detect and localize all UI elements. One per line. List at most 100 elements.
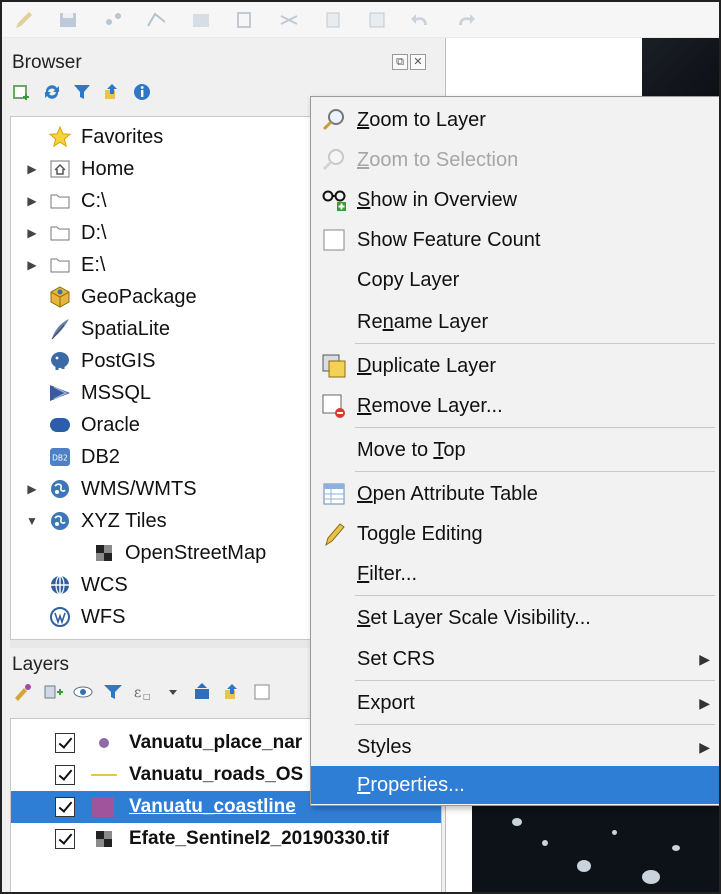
menu-item-label: Export [357,691,415,714]
tree-item-spatialite[interactable]: SpatiaLite [47,313,170,345]
tree-item-c-drive[interactable]: ▶ C:\ [25,185,107,217]
checkbox-icon[interactable] [319,226,349,254]
close-panel-icon[interactable]: ✕ [410,54,426,70]
menu-item-label: Copy Layer [357,268,460,291]
folder-icon [47,253,73,277]
collapse-arrow-icon[interactable]: ▼ [25,514,39,528]
pencil-icon [319,520,349,548]
layer-visibility-checkbox[interactable] [55,765,75,785]
zoom-selection-icon [319,146,349,174]
tree-item-oracle[interactable]: Oracle [47,409,140,441]
menu-item-label: Open Attribute Table [357,482,538,505]
tree-item-db2[interactable]: DB2 DB2 [47,441,120,473]
tree-item-d-drive[interactable]: ▶ D:\ [25,217,106,249]
expand-arrow-icon[interactable]: ▶ [25,194,39,208]
filter-expression-icon[interactable]: ε □ [132,682,154,702]
tree-item-wms-wmts[interactable]: ▶ WMS/WMTS [25,473,197,505]
folder-icon [47,189,73,213]
save-edits-icon[interactable] [56,9,82,31]
add-selected-layers-icon[interactable] [12,82,32,102]
menu-properties[interactable]: Properties... [311,766,719,804]
menu-export[interactable]: Export ▶ [311,684,719,722]
tree-item-openstreetmap[interactable]: OpenStreetMap [91,537,266,569]
add-group-icon[interactable] [42,682,64,702]
expand-arrow-icon[interactable]: ▶ [25,226,39,240]
undo-icon[interactable] [408,9,434,31]
menu-toggle-editing[interactable]: Toggle Editing [311,515,719,553]
expand-arrow-icon[interactable]: ▶ [25,258,39,272]
tree-item-label: WFS [81,605,126,628]
map-raster-area [472,800,719,892]
collapse-all-icon[interactable] [222,682,244,702]
menu-duplicate-layer[interactable]: Duplicate Layer [311,347,719,385]
attribute-table-icon [319,480,349,508]
tiles-icon [91,541,117,565]
folder-icon [47,221,73,245]
layer-name: Efate_Sentinel2_20190330.tif [129,828,389,849]
menu-item-label: Rename Layer [357,310,489,333]
menu-separator [355,595,715,596]
menu-open-attribute-table[interactable]: Open Attribute Table [311,475,719,513]
tree-item-e-drive[interactable]: ▶ E:\ [25,249,105,281]
menu-set-crs[interactable]: Set CRS ▶ [311,640,719,678]
collapse-all-icon[interactable] [102,82,122,102]
refresh-icon[interactable] [42,82,62,102]
layer-row-sentinel[interactable]: Efate_Sentinel2_20190330.tif [11,823,441,855]
copy-features-icon[interactable] [320,9,346,31]
menu-remove-layer[interactable]: Remove Layer... [311,387,719,425]
cut-features-icon[interactable] [232,9,258,31]
menu-rename-layer[interactable]: Rename Layer [311,303,719,341]
redo-icon[interactable] [452,9,478,31]
filter-legend-icon[interactable] [102,682,124,702]
layer-visibility-checkbox[interactable] [55,829,75,849]
menu-show-feature-count[interactable]: Show Feature Count [311,221,719,259]
menu-item-label: Properties... [357,773,465,796]
remove-layer-icon[interactable] [252,682,274,702]
layer-visibility-checkbox[interactable] [55,733,75,753]
wcs-icon [47,573,73,597]
menu-filter[interactable]: Filter... [311,555,719,593]
expand-arrow-icon[interactable]: ▶ [25,162,39,176]
menu-item-label: Show Feature Count [357,228,541,251]
info-icon[interactable] [132,82,152,102]
menu-styles[interactable]: Styles ▶ [311,728,719,766]
delete-selected-icon[interactable] [188,9,214,31]
menu-copy-layer[interactable]: Copy Layer [311,261,719,299]
tree-item-label: C:\ [81,189,107,212]
float-panel-icon[interactable]: ⧉ [392,54,408,70]
scissors-icon[interactable] [276,9,302,31]
layer-visibility-checkbox[interactable] [55,797,75,817]
menu-set-scale-visibility[interactable]: Set Layer Scale Visibility... [311,599,719,637]
tree-item-postgis[interactable]: PostGIS [47,345,155,377]
duplicate-layer-icon [319,352,349,380]
menu-item-label: Zoom to Selection [357,148,519,171]
tree-item-home[interactable]: ▶ Home [25,153,134,185]
svg-text:ε: ε [134,685,141,701]
menu-separator [355,680,715,681]
filter-icon[interactable] [72,82,92,102]
tree-item-xyz-tiles[interactable]: ▼ XYZ Tiles [25,505,167,537]
menu-item-label: Move to Top [357,438,466,461]
tree-item-mssql[interactable]: MSSQL [47,377,151,409]
menu-zoom-to-layer[interactable]: Zoom to Layer [311,101,719,139]
tree-item-wfs[interactable]: WFS [47,601,125,633]
pencil-icon[interactable] [12,9,38,31]
tree-item-wcs[interactable]: WCS [47,569,128,601]
style-manager-icon[interactable] [12,682,34,702]
paste-features-icon[interactable] [364,9,390,31]
vertex-tool-icon[interactable] [144,9,170,31]
menu-zoom-to-selection[interactable]: Zoom to Selection [311,141,719,179]
menu-show-in-overview[interactable]: Show in Overview [311,181,719,219]
geopackage-icon [47,285,73,309]
manage-visibility-icon[interactable] [72,682,94,702]
overview-icon [319,186,349,214]
expand-arrow-icon[interactable]: ▶ [25,482,39,496]
add-feature-icon[interactable] [100,9,126,31]
menu-move-to-top[interactable]: Move to Top [311,431,719,469]
tree-item-label: WMS/WMTS [81,477,197,500]
dropdown-arrow-icon[interactable] [162,682,184,702]
expand-all-icon[interactable] [192,682,214,702]
tree-item-geopackage[interactable]: GeoPackage [47,281,197,313]
tree-item-label: Home [81,157,135,180]
tree-item-favorites[interactable]: Favorites [47,121,163,153]
